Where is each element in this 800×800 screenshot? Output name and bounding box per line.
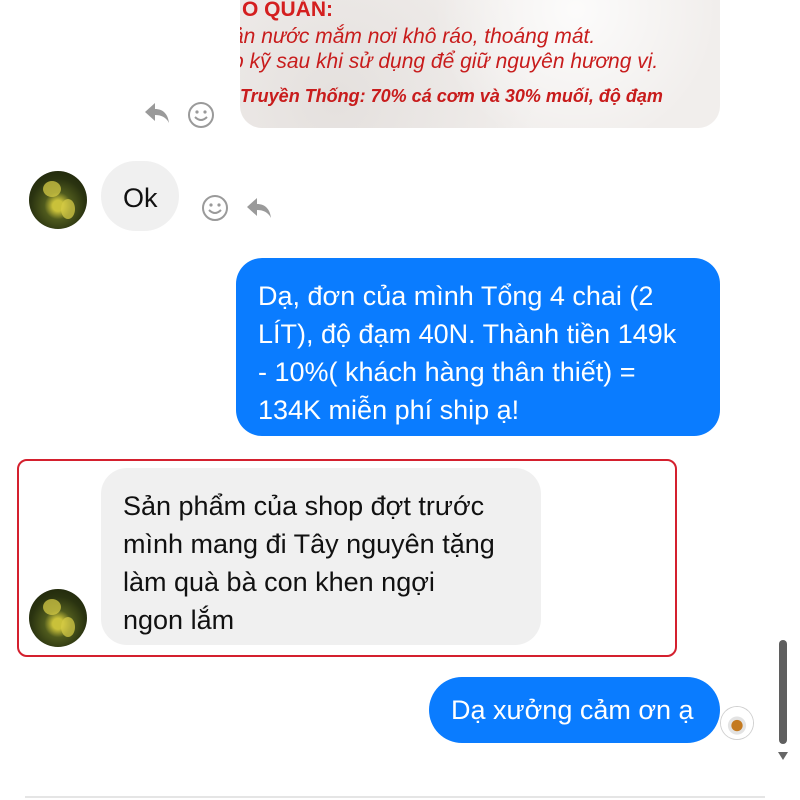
scroll-down-arrow-icon[interactable] — [778, 752, 788, 760]
smiley-icon[interactable] — [200, 193, 230, 223]
message-text-line: Sản phẩm của shop đợt trước — [123, 491, 485, 521]
image-text-line: Ô QUẢN: — [242, 0, 333, 21]
message-text-line: - 10%( khách hàng thân thiết) = — [258, 357, 636, 387]
image-text-line: p kỹ sau khi sử dụng để giữ nguyên hương… — [240, 50, 659, 73]
message-text-line: 134K miễn phí ship ạ! — [258, 395, 520, 425]
message-bubble-outgoing[interactable]: Dạ, đơn của mình Tổng 4 chai (2 LÍT), độ… — [236, 258, 720, 436]
image-message[interactable]: Ô QUẢN: ản nước mắm nơi khô ráo, thoáng … — [240, 0, 720, 128]
image-text-line: ản nước mắm nơi khô ráo, thoáng mát. — [240, 25, 596, 48]
message-text-line: mình mang đi Tây nguyên tặng — [123, 529, 495, 559]
avatar[interactable] — [29, 171, 87, 229]
message-text-line: LÍT), độ đạm 40N. Thành tiền 149k — [258, 319, 677, 349]
scrollbar[interactable] — [776, 640, 790, 770]
message-text: Ok — [123, 183, 158, 213]
scrollbar-thumb[interactable] — [779, 640, 787, 744]
seen-avatar-icon — [721, 707, 753, 739]
message-text: Dạ xưởng cảm ơn ạ — [451, 695, 694, 725]
divider — [25, 796, 765, 798]
message-text-line: Dạ, đơn của mình Tổng 4 chai (2 — [258, 281, 654, 311]
reply-arrow-icon[interactable] — [244, 193, 274, 223]
message-bubble-incoming[interactable]: Ok — [101, 161, 179, 231]
message-text-line: ngon lắm — [123, 605, 235, 635]
image-text-line: Truyền Thống: 70% cá cơm và 30% muối, độ… — [240, 86, 663, 106]
smiley-icon[interactable] — [186, 100, 216, 130]
avatar[interactable] — [29, 589, 87, 647]
message-bubble-outgoing[interactable]: Dạ xưởng cảm ơn ạ — [429, 677, 720, 743]
reply-arrow-icon[interactable] — [142, 98, 172, 128]
message-bubble-incoming[interactable]: Sản phẩm của shop đợt trước mình mang đi… — [101, 468, 541, 645]
message-text-line: làm quà bà con khen ngợi — [123, 567, 435, 597]
